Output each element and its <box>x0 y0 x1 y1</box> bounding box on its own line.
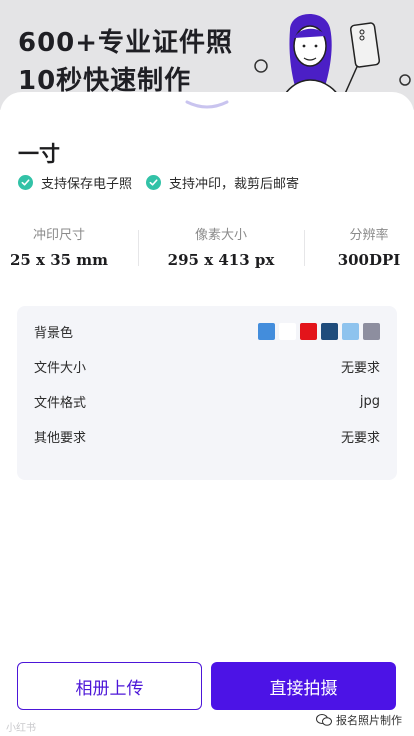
info-label: 文件格式 <box>34 395 87 411</box>
resolution-spec: 分辨率 300DPI <box>322 224 414 269</box>
watermark-right: 报名照片制作 <box>316 712 402 728</box>
other-requirements-row: 其他要求 无要求 <box>34 426 380 446</box>
file-size-row: 文件大小 无要求 <box>34 356 380 376</box>
check-circle-icon <box>146 175 162 190</box>
info-label: 文件大小 <box>34 360 87 376</box>
feature-item: 支持保存电子照 <box>18 173 132 192</box>
spec-divider <box>304 230 305 266</box>
info-label: 背景色 <box>34 325 74 341</box>
requirements-card: 背景色 文件大小 无要求 文件格式 jpg 其他要求 无要求 <box>17 306 397 480</box>
chevron-down-icon[interactable] <box>183 96 231 112</box>
wechat-icon <box>316 714 332 726</box>
info-value: 无要求 <box>340 430 380 446</box>
photo-spec-sheet: 一寸 支持保存电子照 支持冲印，裁剪后邮寄 冲印尺寸 25 x 35 mm 像素… <box>0 92 414 736</box>
feature-text: 支持保存电子照 <box>41 177 133 192</box>
shoot-now-button[interactable]: 直接拍摄 <box>211 662 396 710</box>
color-swatch[interactable] <box>300 322 317 340</box>
color-swatch[interactable] <box>363 322 380 340</box>
file-format-row: 文件格式 jpg <box>34 391 380 411</box>
color-swatch[interactable] <box>321 322 338 340</box>
watermark-left: 小红书 <box>6 723 36 734</box>
pixel-size-spec: 像素大小 295 x 413 px <box>138 224 304 269</box>
background-swatches <box>254 322 380 340</box>
album-upload-button[interactable]: 相册上传 <box>17 662 202 710</box>
spec-label: 冲印尺寸 <box>32 228 85 243</box>
watermark-text: 报名照片制作 <box>336 714 402 727</box>
feature-item: 支持冲印，裁剪后邮寄 <box>146 173 299 192</box>
spec-label: 分辨率 <box>349 228 389 243</box>
spec-label: 像素大小 <box>194 228 247 243</box>
feature-text: 支持冲印，裁剪后邮寄 <box>169 177 300 192</box>
info-value: jpg <box>359 393 380 409</box>
info-label: 其他要求 <box>34 430 87 446</box>
spec-value: 295 x 413 px <box>167 251 275 269</box>
info-value: 无要求 <box>340 360 380 376</box>
spec-value: 25 x 35 mm <box>9 251 109 269</box>
size-title: 一寸 <box>18 142 60 166</box>
feature-list: 支持保存电子照 支持冲印，裁剪后邮寄 <box>18 173 313 192</box>
print-size-spec: 冲印尺寸 25 x 35 mm <box>0 224 118 269</box>
banner-headline: 600+专业证件照 <box>18 28 234 58</box>
check-circle-icon <box>18 175 33 190</box>
spec-value: 300DPI <box>337 251 401 269</box>
color-swatch[interactable] <box>342 322 359 340</box>
color-swatch[interactable] <box>258 322 275 340</box>
background-color-row: 背景色 <box>34 321 380 341</box>
color-swatch[interactable] <box>279 322 296 340</box>
spec-summary: 冲印尺寸 25 x 35 mm 像素大小 295 x 413 px 分辨率 30… <box>0 224 414 272</box>
